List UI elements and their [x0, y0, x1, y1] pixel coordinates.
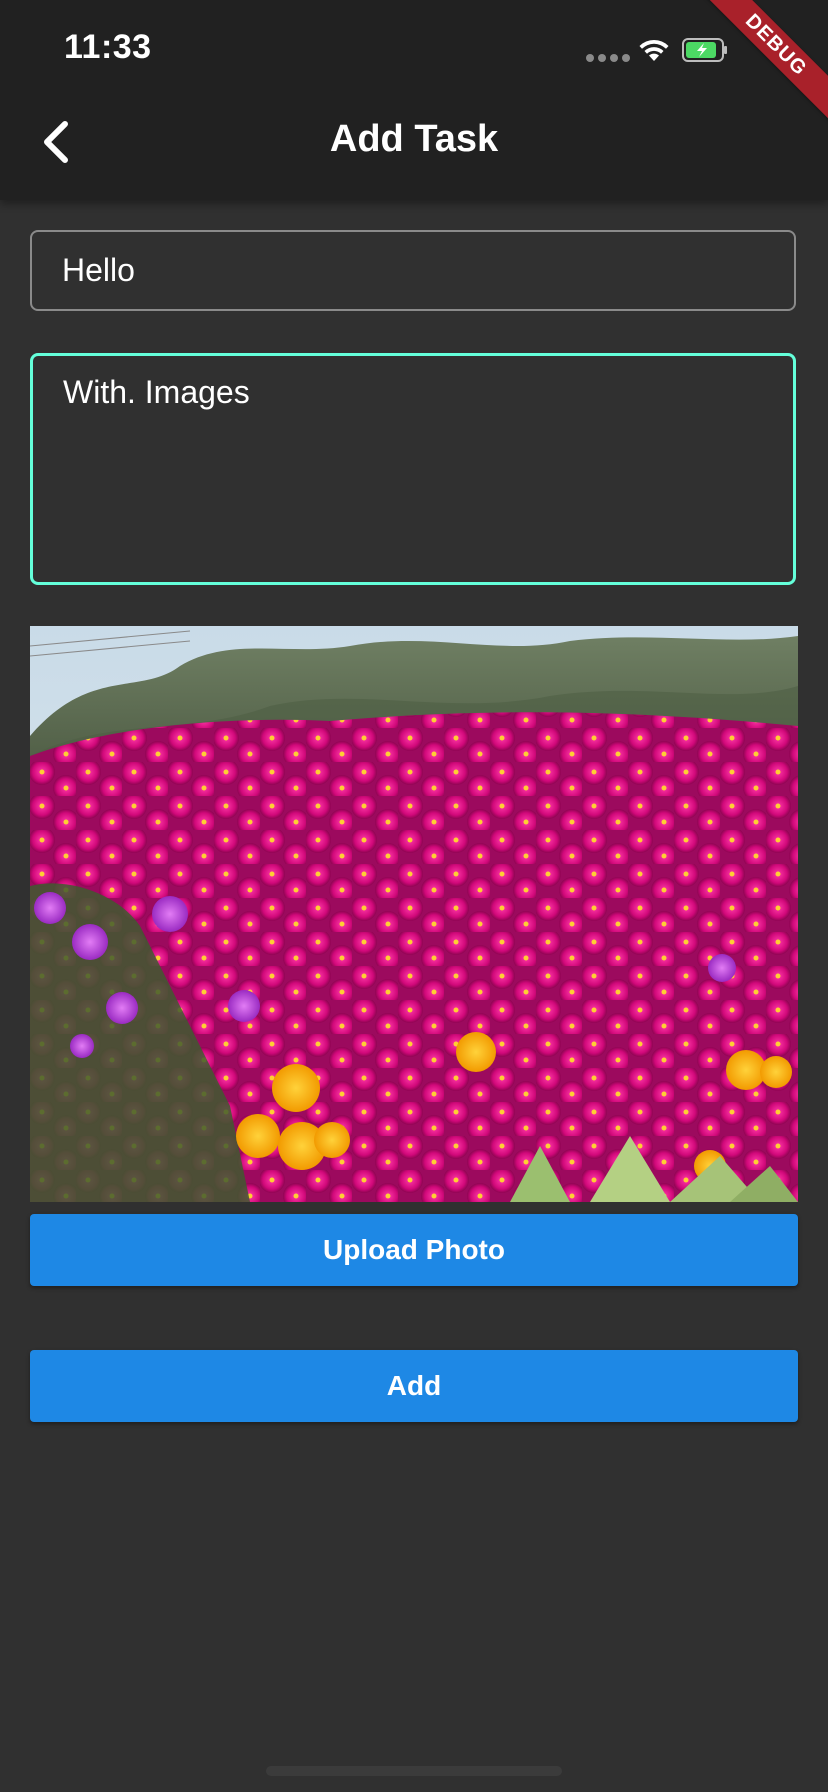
- task-description-field[interactable]: With. Images: [30, 353, 796, 585]
- task-photo: [30, 626, 798, 1202]
- flower-field-image: [30, 626, 798, 1202]
- debug-banner: DEBUG: [688, 0, 828, 140]
- add-label: Add: [386, 1370, 442, 1401]
- task-title-field[interactable]: Hello: [30, 230, 796, 311]
- task-title-value: Hello: [62, 252, 135, 288]
- add-task-screen: 11:33 Add Task DEBUG Hello With. Images …: [0, 0, 828, 1792]
- cellular-signal-icon: [586, 54, 630, 62]
- status-time: 11:33: [64, 28, 152, 66]
- upload-photo-button[interactable]: Upload Photo: [30, 1214, 798, 1286]
- home-indicator[interactable]: [266, 1766, 562, 1776]
- upload-photo-label: Upload Photo: [323, 1234, 505, 1265]
- wifi-icon: [639, 39, 669, 61]
- debug-label: DEBUG: [694, 0, 828, 127]
- task-description-value: With. Images: [63, 374, 250, 410]
- add-button[interactable]: Add: [30, 1350, 798, 1422]
